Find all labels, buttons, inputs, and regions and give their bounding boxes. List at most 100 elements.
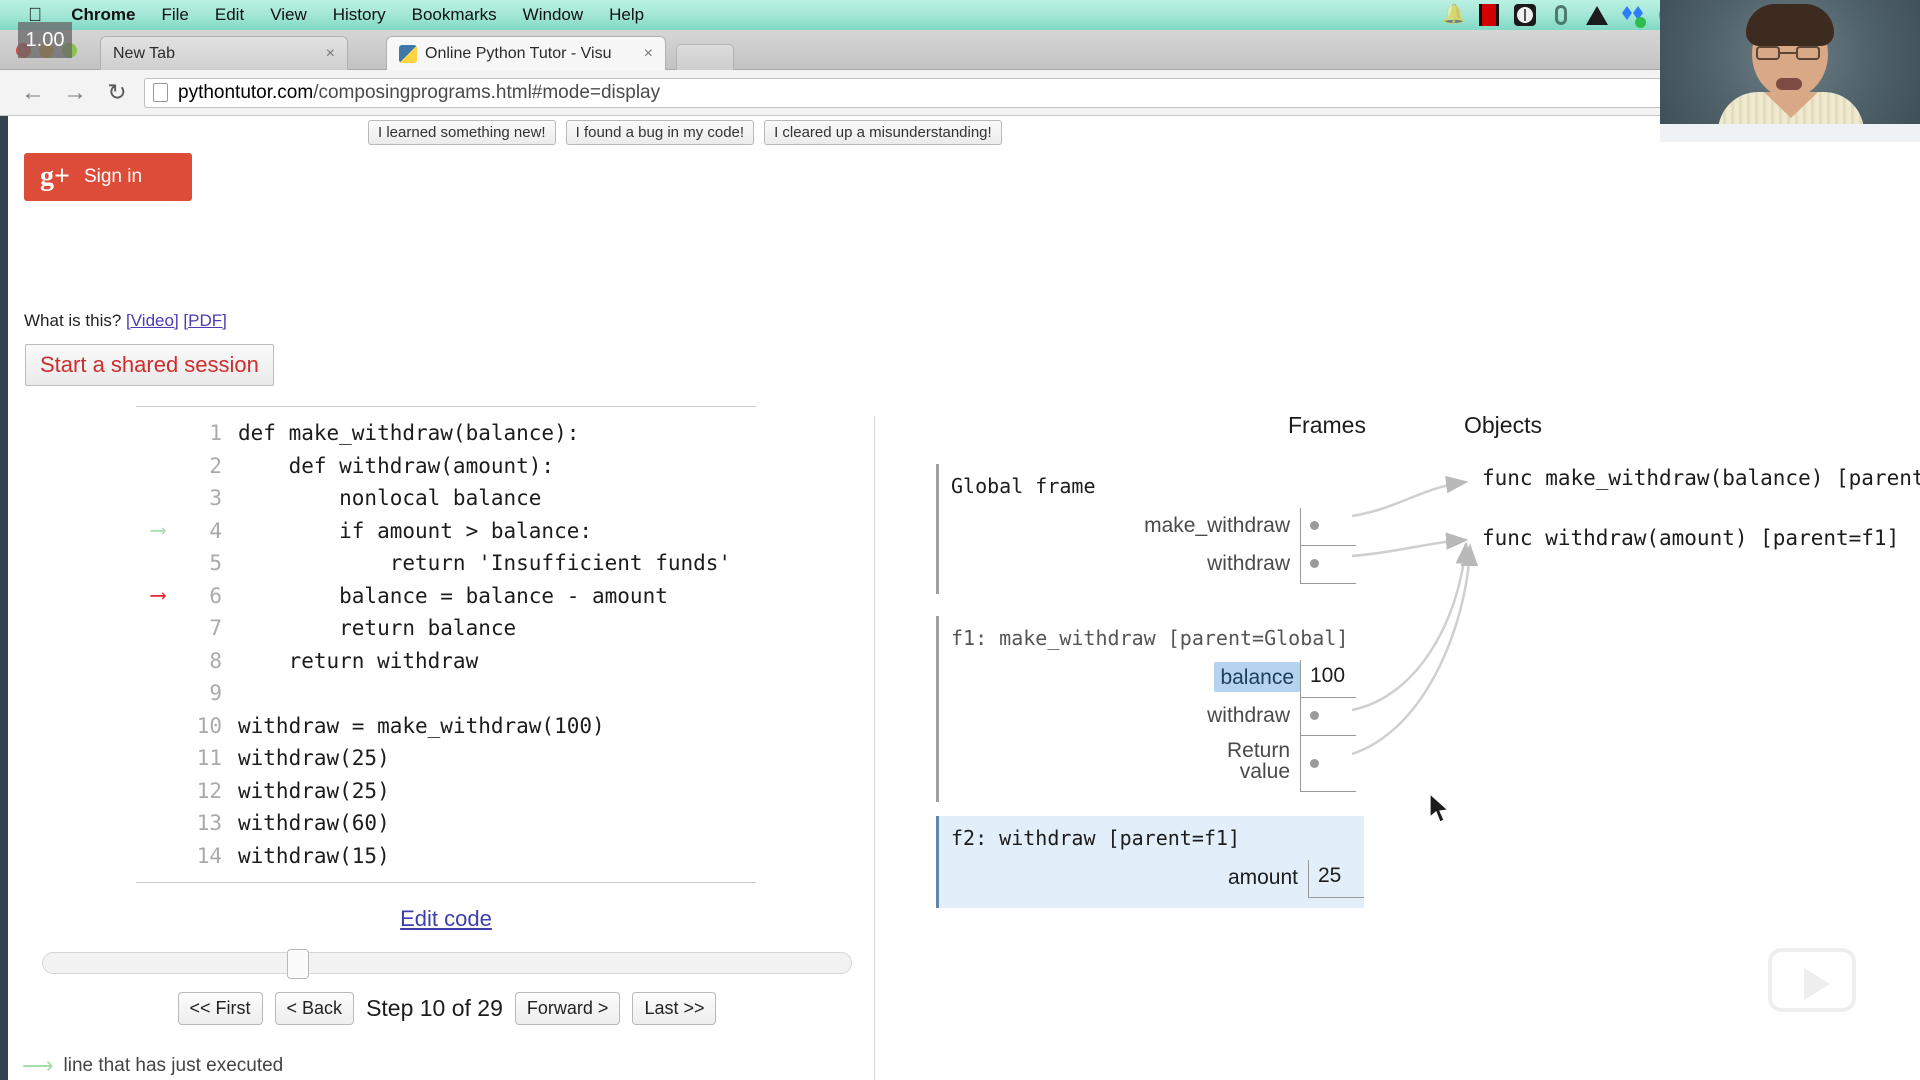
- browser-tab-new-tab[interactable]: New Tab ×: [100, 36, 348, 70]
- address-bar[interactable]: pythontutor.com/composingprograms.html#m…: [144, 78, 1908, 108]
- code-line-text: return balance: [238, 616, 516, 640]
- frame-variables: make_withdraw withdraw: [951, 508, 1356, 584]
- step-status-label: Step 10 of 29: [366, 995, 503, 1022]
- reload-icon[interactable]: ↻: [96, 79, 138, 106]
- zoom-level-badge: 1.00: [18, 22, 72, 58]
- tab-title: Online Python Tutor - Visu: [425, 45, 611, 63]
- start-shared-session-button[interactable]: Start a shared session: [25, 344, 274, 386]
- disc-recorder-icon[interactable]: [1514, 4, 1536, 26]
- bell-icon[interactable]: 🔔: [1442, 4, 1464, 26]
- execution-slider[interactable]: [42, 952, 852, 974]
- google-drive-icon[interactable]: [1586, 4, 1608, 26]
- code-line-text: withdraw(25): [238, 779, 390, 803]
- code-line-number: 4: [180, 519, 222, 543]
- browser-tab-strip: New Tab × Online Python Tutor - Visu ×: [0, 30, 1920, 70]
- browser-tab-python-tutor[interactable]: Online Python Tutor - Visu ×: [386, 36, 666, 70]
- variable-name: make_withdraw: [1144, 508, 1300, 546]
- variable-value: [1300, 546, 1356, 584]
- chrome-browser-window: New Tab × Online Python Tutor - Visu × ←…: [0, 30, 1920, 1080]
- what-is-this-label: What is this?: [24, 311, 121, 330]
- sign-in-label: Sign in: [84, 166, 142, 188]
- macos-menu-bar:  Chrome File Edit View History Bookmark…: [0, 0, 1920, 30]
- tab-title: New Tab: [113, 45, 175, 63]
- close-icon[interactable]: ×: [312, 45, 335, 63]
- object-func-make-withdraw: func make_withdraw(balance) [parent=: [1482, 466, 1920, 490]
- close-icon[interactable]: ×: [630, 45, 653, 63]
- presenter-glasses-right: [1796, 46, 1820, 60]
- page-content: I learned something new! I found a bug i…: [0, 116, 1920, 1080]
- code-line: 14withdraw(15): [136, 840, 756, 873]
- menu-item-history[interactable]: History: [320, 5, 399, 25]
- code-line-text: nonlocal balance: [238, 486, 541, 510]
- variable-row: amount 25: [951, 860, 1364, 898]
- variable-name: withdraw: [1207, 546, 1300, 584]
- variable-value: [1300, 698, 1356, 736]
- code-line-number: 11: [180, 746, 222, 770]
- legend-row-executed: ⟶ line that has just executed: [22, 1050, 283, 1080]
- menu-item-bookmarks[interactable]: Bookmarks: [399, 5, 510, 25]
- edit-code-link[interactable]: Edit code: [136, 906, 756, 932]
- play-triangle-icon: [1804, 968, 1830, 1000]
- variable-value-amount: 25: [1308, 860, 1364, 898]
- menu-item-window[interactable]: Window: [510, 5, 596, 25]
- slider-knob[interactable]: [287, 949, 309, 979]
- last-button[interactable]: Last >>: [632, 992, 716, 1025]
- new-tab-button[interactable]: [676, 44, 734, 70]
- menu-item-file[interactable]: File: [148, 5, 201, 25]
- survey-learned-button[interactable]: I learned something new!: [368, 120, 556, 145]
- variable-name-balance[interactable]: balance: [1214, 662, 1300, 692]
- forward-button[interactable]: Forward >: [515, 992, 621, 1025]
- frame-title: Global frame: [951, 474, 1356, 498]
- menu-item-help[interactable]: Help: [596, 5, 657, 25]
- pill-icon[interactable]: [1550, 4, 1572, 26]
- object-func-withdraw: func withdraw(amount) [parent=f1]: [1482, 526, 1899, 550]
- back-button[interactable]: < Back: [275, 992, 355, 1025]
- back-arrow-icon[interactable]: ←: [12, 79, 54, 107]
- variable-value-return: [1300, 736, 1356, 792]
- red-arrow-icon: ⟶: [136, 585, 180, 607]
- variable-row: balance 100: [951, 660, 1356, 698]
- green-arrow-icon: ⟶: [136, 520, 180, 542]
- variable-row: make_withdraw: [951, 508, 1356, 546]
- play-button-overlay[interactable]: [1768, 948, 1856, 1012]
- code-line-number: 8: [180, 649, 222, 673]
- browser-toolbar: ← → ↻ pythontutor.com/composingprograms.…: [0, 70, 1920, 116]
- first-button[interactable]: << First: [178, 992, 263, 1025]
- code-line-text: return 'Insufficient funds': [238, 551, 731, 575]
- forward-arrow-icon[interactable]: →: [54, 79, 96, 107]
- survey-misunderstanding-button[interactable]: I cleared up a misunderstanding!: [764, 120, 1002, 145]
- menu-item-edit[interactable]: Edit: [202, 5, 257, 25]
- pdf-link[interactable]: [PDF]: [183, 311, 226, 330]
- code-line: 3 nonlocal balance: [136, 482, 756, 515]
- code-line-text: balance = balance - amount: [238, 584, 668, 608]
- variable-name: withdraw: [1207, 698, 1300, 736]
- what-is-this-row: What is this? [Video] [PDF]: [24, 311, 227, 331]
- code-line-text: def make_withdraw(balance):: [238, 421, 579, 445]
- frame-variables: balance 100 withdraw Returnvalue: [951, 660, 1356, 792]
- survey-bug-button[interactable]: I found a bug in my code!: [566, 120, 754, 145]
- frame-f2: f2: withdraw [parent=f1] amount 25: [936, 816, 1364, 908]
- variable-row: Returnvalue: [951, 736, 1356, 792]
- webcam-bottom-strip: [1660, 124, 1920, 142]
- film-strip-icon[interactable]: [1478, 4, 1500, 26]
- code-line-number: 10: [180, 714, 222, 738]
- code-line: 11withdraw(25): [136, 742, 756, 775]
- presenter-mouth: [1776, 78, 1802, 90]
- arrow-legend: ⟶ line that has just executed ⟶ next lin…: [22, 1050, 283, 1080]
- frame-title: f1: make_withdraw [parent=Global]: [951, 626, 1356, 650]
- frame-f1: f1: make_withdraw [parent=Global] balanc…: [936, 616, 1356, 802]
- dropbox-icon[interactable]: [1622, 4, 1644, 26]
- code-line: 7 return balance: [136, 612, 756, 645]
- code-line: 5 return 'Insufficient funds': [136, 547, 756, 580]
- code-line-text: withdraw = make_withdraw(100): [238, 714, 605, 738]
- menu-item-view[interactable]: View: [257, 5, 320, 25]
- video-link[interactable]: [Video]: [126, 311, 179, 330]
- page-left-edge-strip: [0, 116, 8, 1080]
- code-line: 8 return withdraw: [136, 645, 756, 678]
- code-lines: 1def make_withdraw(balance):2 def withdr…: [136, 407, 756, 882]
- variable-value-balance: 100: [1300, 660, 1356, 698]
- google-plus-icon: g+: [24, 161, 84, 193]
- page-info-icon[interactable]: [153, 83, 168, 102]
- google-sign-in-button[interactable]: g+ Sign in: [24, 153, 192, 201]
- code-line: 12withdraw(25): [136, 775, 756, 808]
